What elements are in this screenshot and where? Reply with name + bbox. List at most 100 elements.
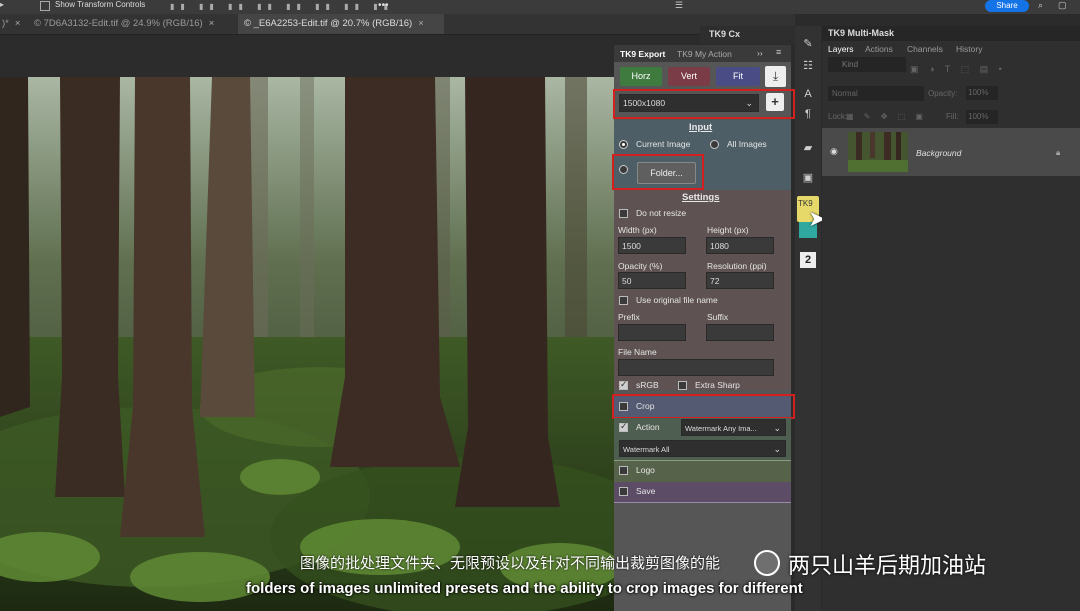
opacity-label: Opacity (%) [618, 261, 663, 271]
extra-sharp-checkbox[interactable] [678, 381, 687, 390]
adjustments-icon[interactable]: ☷ [800, 58, 816, 74]
do-not-resize-label: Do not resize [636, 208, 687, 218]
logo-label: Logo [636, 465, 655, 475]
tab-tk9-myaction[interactable]: TK9 My Action [677, 49, 732, 59]
watermark-text: 两只山羊后期加油站 [788, 553, 987, 578]
lock-icon: 🔒︎ [1056, 148, 1061, 157]
lock-icons[interactable]: ▦ ✎ ✥ ⬚ ▣ [846, 112, 927, 121]
wechat-logo-icon [754, 550, 780, 576]
kind-placeholder: Kind [842, 60, 859, 69]
opacity-label: Opacity: [928, 89, 958, 98]
blend-mode-select[interactable]: Normal [828, 86, 924, 101]
chevron-down-icon: ⌄ [773, 444, 781, 454]
logo-checkbox[interactable] [619, 466, 628, 475]
tk9cx-panel-header: TK9 Cx [700, 26, 795, 44]
download-icon[interactable]: ⤓ [765, 66, 786, 87]
tab-7d6a3132[interactable]: © 7D6A3132-Edit.tif @ 24.9% (RGB/16) × [28, 14, 239, 34]
layers-panel-header: TK9 Multi-Mask [822, 26, 1080, 41]
layer-thumbnail [848, 132, 908, 172]
share-button[interactable]: Share [985, 0, 1029, 12]
options-bar-prefix: ▸ [0, 0, 5, 9]
eye-icon[interactable]: ◉ [830, 146, 838, 157]
srgb-checkbox[interactable] [619, 379, 628, 390]
suffix-input[interactable] [706, 324, 774, 341]
use-original-label: Use original file name [636, 295, 718, 305]
resolution-input[interactable]: 72 [706, 272, 774, 289]
plugin-icon[interactable]: ▰ [800, 140, 816, 156]
action-select-value: Watermark Any Ima... [685, 424, 757, 433]
horz-button[interactable]: Horz [620, 67, 662, 86]
brush-icon[interactable]: ✎ [800, 36, 816, 52]
tab-actions[interactable]: Actions [865, 44, 893, 54]
subtitle-english: folders of images unlimited presets and … [246, 580, 803, 597]
tab-label: © _E6A2253-Edit.tif @ 20.7% (RGB/16) [244, 18, 413, 29]
do-not-resize-checkbox[interactable] [619, 209, 628, 218]
fit-button[interactable]: Fit [716, 67, 760, 86]
highlight-box-crop [612, 394, 795, 419]
extra-sharp-label: Extra Sharp [695, 380, 740, 390]
navigator-icon[interactable]: ▣ [800, 170, 816, 186]
tab-tk9-export[interactable]: TK9 Export [620, 49, 665, 59]
action-set-select[interactable]: Watermark All ⌄ [619, 440, 786, 457]
width-label: Width (px) [618, 225, 657, 235]
tab-previous[interactable]: )* × [0, 14, 24, 34]
window-icon[interactable]: ▢ [1058, 0, 1067, 11]
close-icon[interactable]: × [209, 18, 215, 29]
fill-label: Fill: [946, 112, 959, 121]
tab-label: © 7D6A3132-Edit.tif @ 24.9% (RGB/16) [34, 18, 203, 29]
save-checkbox[interactable] [619, 487, 628, 496]
highlight-box-preset [613, 89, 795, 119]
options-bar: ▸ Show Transform Controls ▮▮ ▮▮ ▮▮ ▮▮ ▮▮… [0, 0, 1080, 14]
action-checkbox[interactable] [619, 421, 628, 432]
fill-value[interactable]: 100% [966, 110, 998, 124]
search-icon[interactable]: ⌕ [1038, 0, 1043, 11]
multi-mask-title: TK9 Multi-Mask [828, 28, 895, 38]
height-input[interactable]: 1080 [706, 237, 774, 254]
settings-title: Settings [682, 192, 720, 203]
use-original-checkbox[interactable] [619, 296, 628, 305]
tab-layers[interactable]: Layers [828, 44, 854, 54]
input-title: Input [689, 122, 713, 133]
action-label: Action [636, 422, 660, 432]
more-options-icon[interactable]: ••• [378, 0, 389, 11]
action-select[interactable]: Watermark Any Ima... ⌄ [681, 419, 786, 436]
filter-icons[interactable]: ▣ ◑ T ⬚ ▤ • [910, 64, 1006, 75]
chevron-down-icon: ⌄ [773, 423, 781, 433]
kind-filter[interactable]: Kind [828, 57, 906, 72]
step-badge[interactable]: 2 [800, 252, 816, 268]
tab-channels[interactable]: Channels [907, 44, 943, 54]
transform-label: Show Transform Controls [55, 0, 146, 9]
radio-all-images[interactable] [710, 140, 719, 149]
blend-mode-value: Normal [832, 89, 858, 98]
tk9cx-title: TK9 Cx [709, 29, 741, 39]
radio-current-label: Current Image [636, 139, 691, 149]
srgb-label: sRGB [636, 380, 659, 390]
workspace-icon[interactable]: ☰ [675, 0, 683, 11]
suffix-label: Suffix [707, 312, 729, 322]
character-icon[interactable]: A [800, 86, 816, 102]
opacity-input[interactable]: 50 [618, 272, 686, 289]
radio-current-image[interactable] [619, 140, 628, 149]
subtitle-chinese: 图像的批处理文件夹、无限预设以及针对不同输出裁剪图像的能 [300, 555, 721, 572]
action-set-value: Watermark All [623, 445, 670, 454]
close-icon[interactable]: × [418, 18, 424, 29]
filename-input[interactable] [618, 359, 774, 376]
opacity-value[interactable]: 100% [966, 86, 998, 100]
paragraph-icon[interactable]: ¶ [800, 106, 816, 122]
tab-history[interactable]: History [956, 44, 982, 54]
prefix-label: Prefix [618, 312, 640, 322]
panel-menu-icon[interactable]: ≡ [776, 47, 781, 57]
transform-checkbox[interactable] [40, 1, 50, 11]
height-label: Height (px) [707, 225, 749, 235]
filename-label: File Name [618, 347, 657, 357]
resolution-label: Resolution (ppi) [707, 261, 767, 271]
layer-name: Background [916, 148, 962, 158]
prefix-input[interactable] [618, 324, 686, 341]
highlight-box-folder [612, 154, 704, 190]
align-icons[interactable]: ▮▮ ▮▮ ▮▮ ▮▮ ▮▮ ▮▮ ▮▮ ▮▮ [170, 2, 394, 11]
tab-e6a2253[interactable]: © _E6A2253-Edit.tif @ 20.7% (RGB/16) × [238, 14, 444, 34]
more-tabs-icon[interactable]: ›› [757, 48, 763, 58]
width-input[interactable]: 1500 [618, 237, 686, 254]
forest-photo[interactable] [0, 77, 614, 611]
vert-button[interactable]: Vert [668, 67, 710, 86]
